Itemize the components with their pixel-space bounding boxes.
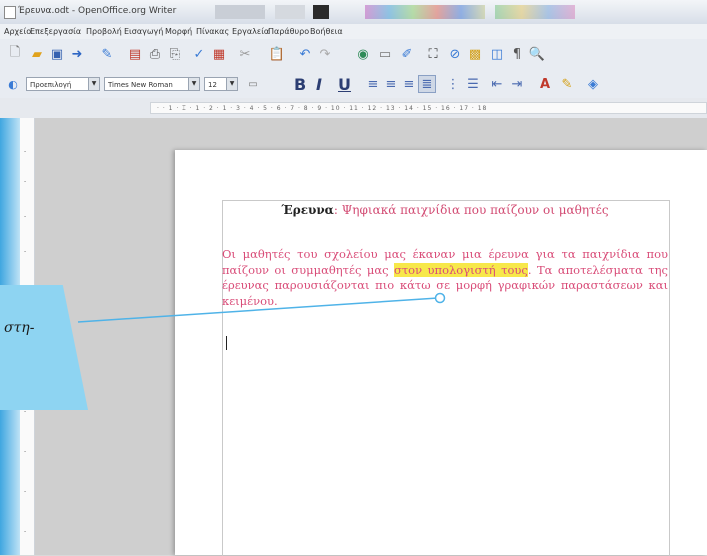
callout-pointer-line [77,292,446,323]
pointer-dot-icon [434,292,446,304]
